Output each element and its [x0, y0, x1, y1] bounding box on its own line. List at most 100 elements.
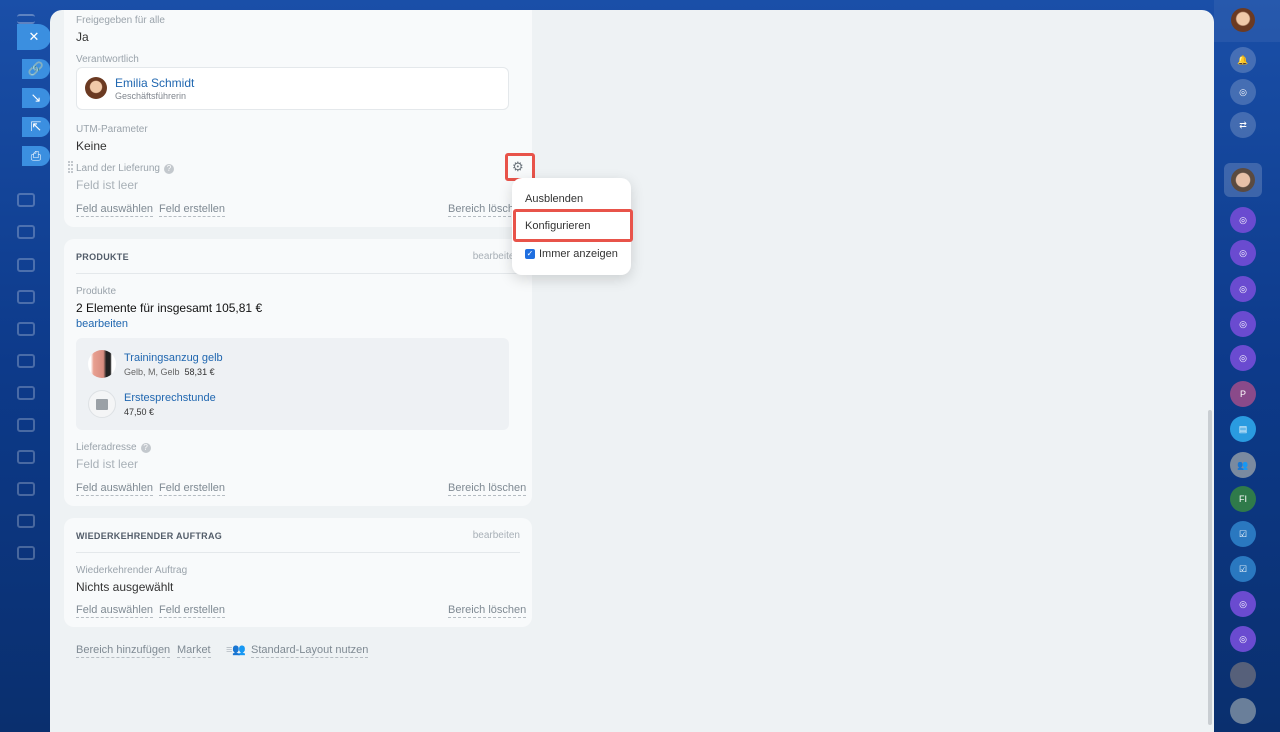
- avatar-initial: FI: [1239, 494, 1247, 504]
- presentation-icon[interactable]: [17, 354, 35, 368]
- field-value: Ja: [76, 30, 89, 44]
- copilot-chat-icon[interactable]: ◎: [1230, 591, 1256, 617]
- chat-avatar-fi[interactable]: FI: [1230, 486, 1256, 512]
- edit-products-link[interactable]: bearbeiten: [76, 318, 128, 330]
- chat-search-icon[interactable]: ⇄: [1230, 112, 1256, 138]
- deal-slider-panel: Freigegeben für alle Ja Verantwortlich E…: [50, 10, 1214, 732]
- group-chat-avatar[interactable]: [1230, 662, 1256, 688]
- copilot-chat-icon[interactable]: ◎: [1230, 276, 1256, 302]
- product-price: 58,31 €: [184, 367, 215, 377]
- task-chat-icon[interactable]: ☑: [1230, 521, 1256, 547]
- select-field-link[interactable]: Feld auswählen: [76, 203, 154, 217]
- sites-icon[interactable]: [17, 482, 35, 496]
- user-name-link[interactable]: Emilia Schmidt: [115, 76, 194, 90]
- products-card: PRODUKTE bearbeiten Produkte 2 Elemente …: [64, 239, 532, 506]
- copilot-chat-icon[interactable]: ◎: [1230, 240, 1256, 266]
- left-sidebar: ✕ 🔗 ↘ ⇱ ⎙: [0, 0, 51, 732]
- default-layout-link[interactable]: Standard-Layout nutzen: [251, 644, 369, 658]
- group-chat-avatar[interactable]: 👥: [1230, 452, 1256, 478]
- field-label: Land der Lieferung?: [76, 163, 174, 174]
- cart-icon[interactable]: [17, 546, 35, 560]
- menu-item-hide[interactable]: Ausblenden: [525, 193, 583, 205]
- copilot-chat-icon[interactable]: ◎: [1230, 207, 1256, 233]
- field-label: Produkte: [76, 286, 117, 297]
- gear-icon[interactable]: ⚙: [512, 159, 524, 175]
- create-field-link[interactable]: Feld erstellen: [159, 604, 226, 618]
- checkbox-checked-icon[interactable]: ✓: [525, 249, 535, 259]
- copilot-chat-icon[interactable]: ◎: [1230, 345, 1256, 371]
- edit-section-link[interactable]: bearbeiten: [473, 530, 520, 541]
- sign-icon[interactable]: [17, 418, 35, 432]
- delete-section-link[interactable]: Bereich löschen: [448, 482, 527, 496]
- chat-icon[interactable]: [17, 258, 35, 272]
- field-empty-value[interactable]: Feld ist leer: [76, 457, 138, 471]
- divider: [76, 552, 520, 553]
- active-chat[interactable]: [1224, 163, 1262, 197]
- product-price: 47,50 €: [124, 407, 155, 417]
- right-sidebar: 🔔 ◎ ⇄ ◎ ◎ ◎ ◎ ◎ P ▤ 👥 FI ☑ ☑ ◎ ◎: [1214, 0, 1280, 732]
- external-link-icon: ⇱: [30, 119, 42, 134]
- product-list: Trainingsanzug gelb Gelb, M, Gelb 58,31 …: [76, 338, 509, 430]
- menu-item-always-show[interactable]: ✓ Immer anzeigen: [525, 248, 618, 260]
- copilot-icon[interactable]: ◎: [1230, 79, 1256, 105]
- field-label: Lieferadresse?: [76, 442, 151, 453]
- product-image: [88, 350, 116, 378]
- field-label-text: Land der Lieferung: [76, 163, 160, 174]
- field-label-text: Lieferadresse: [76, 442, 137, 453]
- copilot-chat-icon[interactable]: ◎: [1230, 311, 1256, 337]
- field-value: Keine: [76, 139, 107, 153]
- add-section-link[interactable]: Bereich hinzufügen: [76, 644, 171, 658]
- market-link[interactable]: Market: [177, 644, 211, 658]
- tasks-icon[interactable]: [17, 225, 35, 239]
- drag-handle-icon[interactable]: [68, 161, 73, 173]
- recurring-card: WIEDERKEHRENDER AUFTRAG bearbeiten Wiede…: [64, 518, 532, 627]
- section-title: PRODUKTE: [76, 252, 129, 262]
- highlight-box: [513, 209, 633, 242]
- crm-icon[interactable]: [17, 386, 35, 400]
- print-button[interactable]: ⎙: [22, 146, 50, 166]
- field-value[interactable]: Nichts ausgewählt: [76, 580, 173, 594]
- field-label: UTM-Parameter: [76, 124, 148, 135]
- menu-icon[interactable]: [17, 14, 35, 24]
- users-layout-icon: ≡👥: [226, 644, 247, 656]
- chat-avatar-p[interactable]: P: [1230, 381, 1256, 407]
- general-card: Freigegeben für alle Ja Verantwortlich E…: [64, 10, 532, 227]
- scrollbar[interactable]: [1208, 410, 1212, 725]
- group-chat-avatar[interactable]: [1230, 698, 1256, 724]
- close-icon: ✕: [28, 29, 40, 44]
- store-icon[interactable]: [17, 450, 35, 464]
- user-role: Geschäftsführerin: [115, 91, 187, 101]
- close-button[interactable]: ✕: [17, 24, 51, 50]
- product-props: Gelb, M, Gelb: [124, 367, 180, 377]
- mail-icon[interactable]: [17, 290, 35, 304]
- task-chat-icon[interactable]: ☑: [1230, 556, 1256, 582]
- create-field-link[interactable]: Feld erstellen: [159, 482, 226, 496]
- product-name-link[interactable]: Trainingsanzug gelb: [124, 352, 223, 364]
- menu-item-label: Immer anzeigen: [539, 248, 618, 260]
- delete-section-link[interactable]: Bereich löschen: [448, 604, 527, 618]
- select-field-link[interactable]: Feld auswählen: [76, 604, 154, 618]
- link-icon: 🔗: [27, 61, 45, 76]
- printer-icon: ⎙: [30, 148, 42, 163]
- image-placeholder-icon: [88, 390, 116, 418]
- analytics-icon[interactable]: [17, 514, 35, 528]
- product-name-link[interactable]: Erstesprechstunde: [124, 392, 216, 404]
- field-empty-value[interactable]: Feld ist leer: [76, 178, 138, 192]
- copilot-chat-icon[interactable]: ◎: [1230, 626, 1256, 652]
- open-new-window-button[interactable]: ⇱: [22, 117, 50, 137]
- copy-link-button[interactable]: 🔗: [22, 59, 50, 79]
- calendar-icon[interactable]: [17, 322, 35, 336]
- download-button[interactable]: ↘: [22, 88, 50, 108]
- avatar-initial: P: [1239, 389, 1246, 399]
- message-icon[interactable]: ▤: [1230, 416, 1256, 442]
- help-icon[interactable]: ?: [140, 443, 151, 453]
- create-field-link[interactable]: Feld erstellen: [159, 203, 226, 217]
- sidebar-icon[interactable]: [17, 193, 35, 207]
- select-field-link[interactable]: Feld auswählen: [76, 482, 154, 496]
- bell-icon[interactable]: 🔔: [1230, 47, 1256, 73]
- products-summary: 2 Elemente für insgesamt 105,81 €: [76, 301, 263, 315]
- user-avatar[interactable]: [1231, 8, 1255, 32]
- field-label: Wiederkehrender Auftrag: [76, 565, 188, 576]
- help-icon[interactable]: ?: [163, 164, 174, 174]
- responsible-user-box[interactable]: Emilia Schmidt Geschäftsführerin: [76, 67, 509, 110]
